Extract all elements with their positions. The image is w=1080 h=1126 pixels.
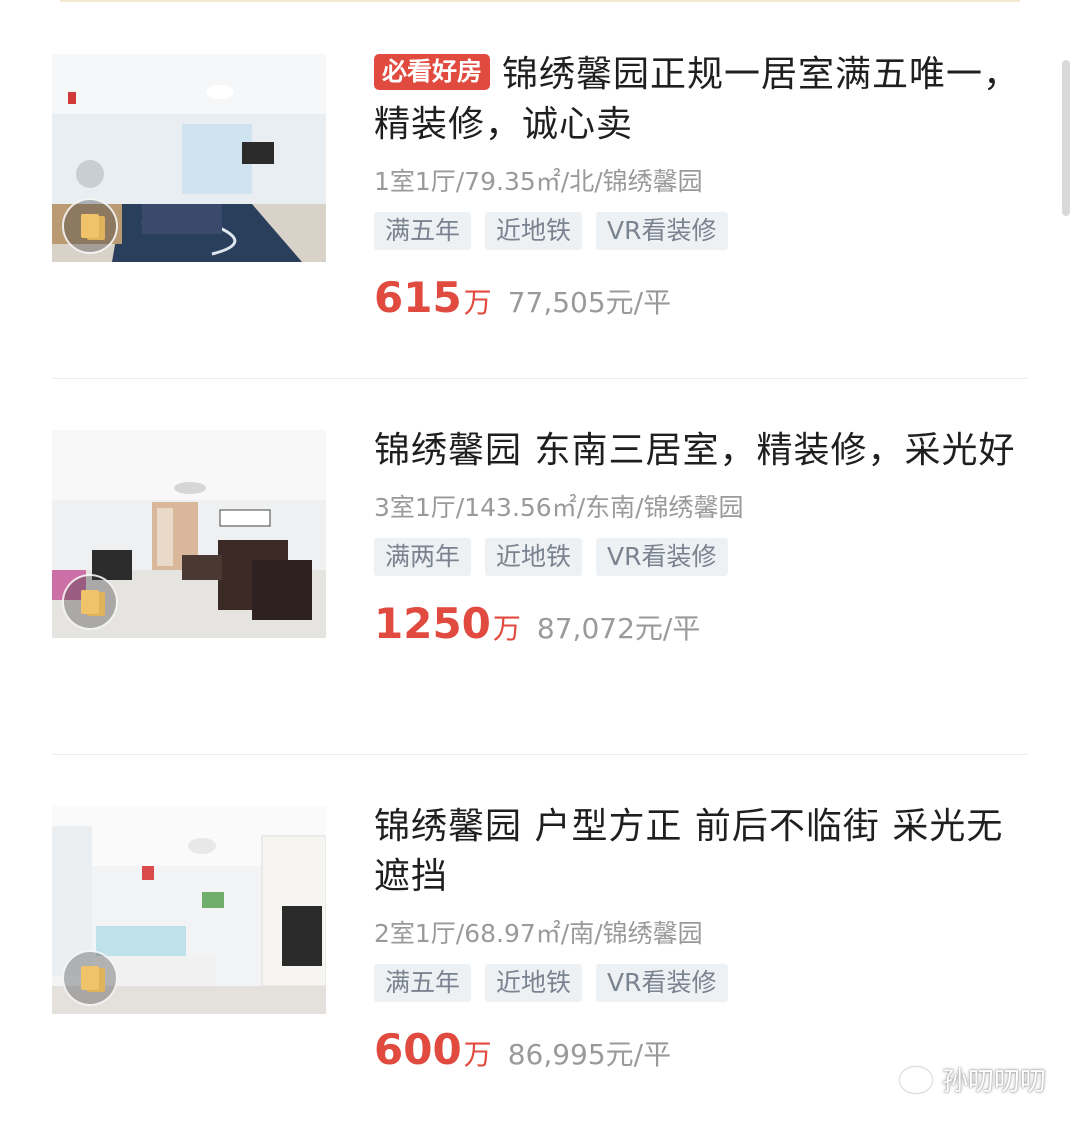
scrollbar[interactable] [1062,60,1070,216]
wechat-icon [899,1066,932,1093]
must-see-badge: 必看好房 [374,54,491,90]
feature-tag: VR看装修 [596,212,728,250]
watermark-text: 孙叨叨叨 [941,1067,1046,1097]
vr-icon [62,574,118,630]
price-unit: 万 [463,1038,492,1071]
listing-tags: 满五年 近地铁 VR看装修 [374,964,1028,1002]
watermark: 孙叨叨叨 [899,1061,1046,1098]
top-strip [60,0,1020,2]
vr-icon [62,950,118,1006]
vr-icon [62,198,118,254]
listing-meta: 2室1厅/68.97㎡/南/锦绣馨园 [374,919,703,948]
listing-title[interactable]: 锦绣馨园 户型方正 前后不临街 采光无遮挡 [374,802,1028,902]
price-unit: 万 [463,286,492,319]
unit-price: 86,995元/平 [507,1038,672,1071]
price-row: 1250万 87,072元/平 [374,600,1028,648]
listing-meta: 1室1厅/79.35㎡/北/锦绣馨园 [374,167,703,196]
feature-tag: 近地铁 [485,212,583,250]
feature-tag: 满五年 [374,964,472,1002]
unit-price: 87,072元/平 [536,612,701,645]
feature-tag: VR看装修 [596,538,728,576]
unit-price: 77,505元/平 [507,286,672,319]
feature-tag: 近地铁 [485,538,583,576]
listing-meta: 3室1厅/143.56㎡/东南/锦绣馨园 [374,493,744,522]
total-price: 1250 [374,599,491,648]
feature-tag: 满两年 [374,538,472,576]
feature-tag: 满五年 [374,212,472,250]
total-price: 600 [374,1025,462,1074]
listing-photo[interactable] [52,430,326,638]
listing-tags: 满五年 近地铁 VR看装修 [374,212,1028,250]
price-row: 615万 77,505元/平 [374,274,1028,322]
divider [52,754,1028,755]
listing-tags: 满两年 近地铁 VR看装修 [374,538,1028,576]
listing-photo[interactable] [52,806,326,1014]
feature-tag: 近地铁 [485,964,583,1002]
listing-title[interactable]: 必看好房 锦绣馨园正规一居室满五唯一，精装修，诚心卖 [374,50,1028,150]
listing-photo[interactable] [52,54,326,262]
listing-title[interactable]: 锦绣馨园 东南三居室，精装修，采光好 [374,426,1028,476]
feature-tag: VR看装修 [596,964,728,1002]
price-unit: 万 [492,612,521,645]
divider [52,378,1028,379]
total-price: 615 [374,273,462,322]
